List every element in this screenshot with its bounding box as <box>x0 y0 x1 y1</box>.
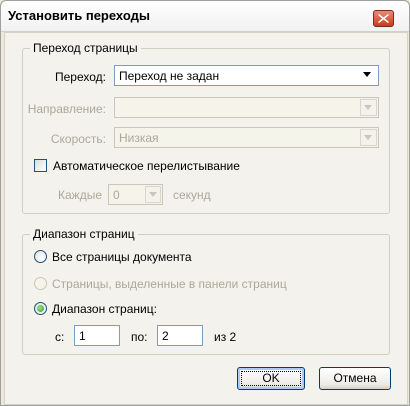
speed-select[interactable]: Низкая <box>114 127 379 148</box>
focus-rectangle <box>241 371 301 386</box>
page-count-label: из 2 <box>214 330 237 344</box>
close-icon <box>378 14 389 23</box>
direction-dropdown-button[interactable] <box>360 99 377 116</box>
range-group-legend: Диапазон страниц <box>30 227 138 241</box>
from-page-value: 1 <box>79 329 86 343</box>
speed-select-value: Низкая <box>119 131 159 145</box>
cancel-button-label: Отмена <box>333 371 377 385</box>
transition-select-value: Переход не задан <box>119 69 220 83</box>
radio-selected-pages[interactable] <box>34 277 47 290</box>
direction-label: Направление: <box>27 102 106 116</box>
interval-dropdown-button[interactable] <box>145 186 161 203</box>
transitions-dialog: Установить переходы Переход страницы Пер… <box>0 0 410 406</box>
speed-dropdown-button[interactable] <box>360 129 377 146</box>
title-bar[interactable]: Установить переходы <box>1 1 409 32</box>
from-page-input[interactable]: 1 <box>74 325 120 346</box>
chevron-down-icon <box>364 135 372 140</box>
chevron-down-icon <box>149 192 157 197</box>
cancel-button[interactable]: Отмена <box>319 367 391 390</box>
transition-dropdown-button[interactable] <box>360 67 377 84</box>
radio-all-pages-label[interactable]: Все страницы документа <box>52 250 192 264</box>
radio-selected-dot <box>37 305 44 312</box>
to-page-input[interactable]: 2 <box>157 325 203 346</box>
close-button[interactable] <box>373 10 394 27</box>
dialog-title: Установить переходы <box>8 8 150 23</box>
auto-flip-label[interactable]: Автоматическое перелистывание <box>53 159 240 173</box>
interval-spinbox[interactable]: 0 <box>108 184 163 205</box>
ok-button[interactable]: OK <box>237 367 305 390</box>
to-label: по: <box>131 330 148 344</box>
speed-label: Скорость: <box>50 132 106 146</box>
from-label: с: <box>55 330 65 344</box>
interval-value: 0 <box>113 188 120 202</box>
to-page-value: 2 <box>162 329 169 343</box>
seconds-label: секунд <box>173 188 211 202</box>
direction-select[interactable] <box>114 97 379 118</box>
radio-page-range[interactable] <box>34 302 47 315</box>
transition-group-legend: Переход страницы <box>30 41 141 55</box>
radio-all-pages[interactable] <box>34 250 47 263</box>
chevron-down-icon <box>363 72 371 77</box>
radio-selected-pages-label[interactable]: Страницы, выделенные в панели страниц <box>52 277 287 291</box>
every-label: Каждые <box>58 188 102 202</box>
transition-select[interactable]: Переход не задан <box>114 65 379 86</box>
radio-page-range-label[interactable]: Диапазон страниц: <box>52 302 157 316</box>
chevron-down-icon <box>364 105 372 110</box>
transition-label: Переход: <box>55 70 106 84</box>
auto-flip-checkbox[interactable] <box>34 159 47 172</box>
